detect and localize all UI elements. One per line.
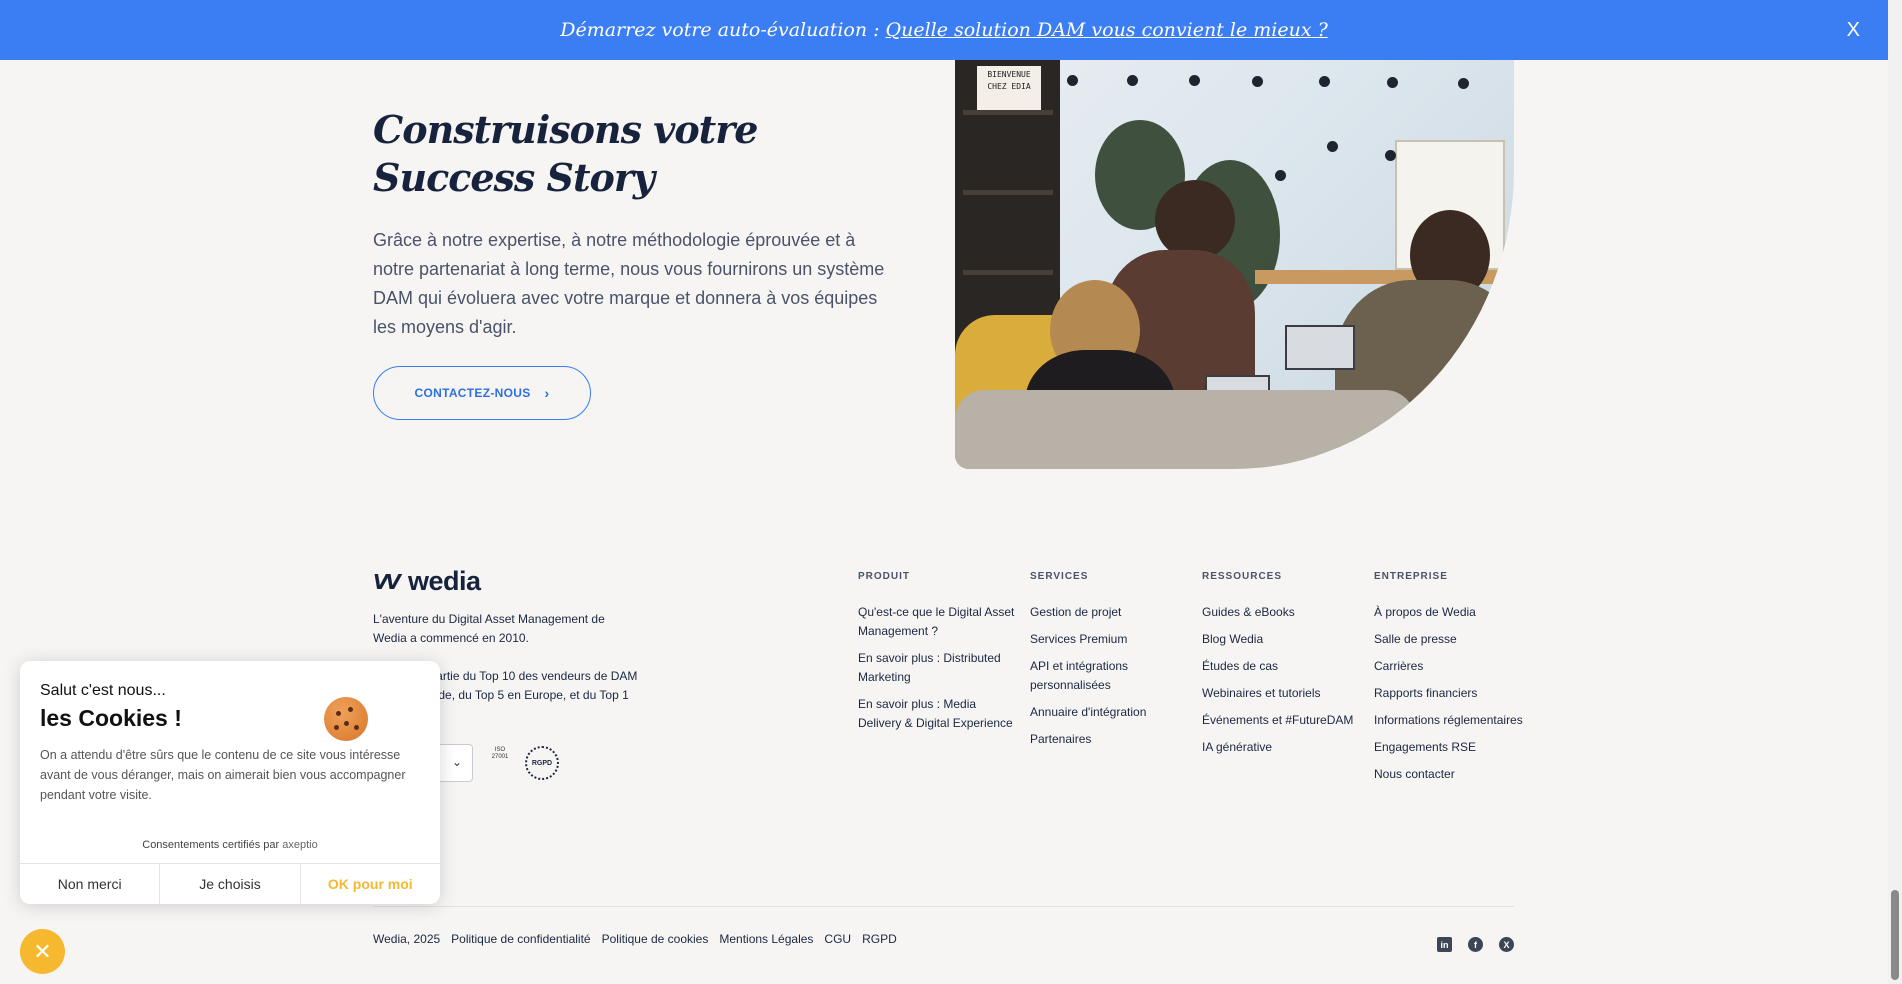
footer-link[interactable]: Rapports financiers: [1374, 684, 1534, 703]
column-title: RESSOURCES: [1202, 571, 1283, 582]
hero-title-line1: Construisons votre: [373, 107, 758, 152]
axeptio-logo[interactable]: axeptio: [282, 839, 317, 851]
rgpd-badge: RGPD: [525, 746, 559, 780]
wall-dot: [1458, 78, 1469, 89]
hero-text: Grâce à notre expertise, à notre méthodo…: [373, 230, 885, 337]
wall-dot: [1387, 77, 1398, 88]
choose-cookies-button[interactable]: Je choisis: [159, 864, 299, 904]
contact-button[interactable]: CONTACTEZ-NOUS ›: [373, 366, 591, 420]
wedia-logo[interactable]: VV wedia: [373, 566, 481, 597]
close-icon: ✕: [33, 938, 52, 964]
iso-badge: ISO 27001: [491, 747, 509, 760]
footer-link[interactable]: Qu'est-ce que le Digital Asset Managemen…: [858, 603, 1018, 641]
wall-dot: [1127, 75, 1138, 86]
cookie-buttons: Non merci Je choisis OK pour moi: [20, 863, 440, 904]
legal-link-cookies[interactable]: Politique de cookies: [602, 932, 709, 946]
wall-dot: [1252, 76, 1263, 87]
facebook-icon[interactable]: f: [1468, 937, 1483, 952]
chevron-right-icon: ›: [544, 385, 550, 401]
footer-link[interactable]: Guides & eBooks: [1202, 603, 1362, 622]
cookie-consent-modal: Salut c'est nous... les Cookies ! On a a…: [20, 661, 440, 904]
footer-link[interactable]: Événements et #FutureDAM: [1202, 711, 1362, 730]
about-paragraph: L'aventure du Digital Asset Management d…: [373, 612, 605, 645]
wedia-logo-text: wedia: [407, 566, 481, 596]
footer-link[interactable]: Services Premium: [1030, 630, 1190, 649]
hero-title: Construisons votre Success Story: [373, 106, 758, 202]
legal-link-mentions[interactable]: Mentions Légales: [719, 932, 813, 946]
footer-link[interactable]: Partenaires: [1030, 730, 1190, 749]
person-head: [1155, 180, 1235, 260]
cookie-icon: [324, 697, 368, 741]
footer-link[interactable]: IA générative: [1202, 738, 1362, 757]
cookie-greeting: Salut c'est nous...: [40, 682, 166, 699]
legal-link-cgu[interactable]: CGU: [824, 932, 851, 946]
wall-dot: [1385, 150, 1396, 161]
close-cookie-widget-button[interactable]: ✕: [20, 929, 65, 974]
footer-link[interactable]: Salle de presse: [1374, 630, 1534, 649]
banner-link[interactable]: Quelle solution DAM vous convient le mie…: [886, 19, 1328, 41]
footer-link[interactable]: Annuaire d'intégration: [1030, 703, 1190, 722]
column-title: PRODUIT: [858, 571, 910, 582]
certification-text: Consentements certifiés par: [142, 839, 280, 851]
chevron-down-icon: ⌄: [451, 755, 462, 769]
contact-button-label: CONTACTEZ-NOUS: [414, 386, 531, 400]
footer-link[interactable]: API et intégrations personnalisées: [1030, 657, 1190, 695]
cookie-message: On a attendu d'être sûrs que le contenu …: [40, 748, 406, 802]
footer-column-produit: PRODUIT Qu'est-ce que le Digital Asset M…: [858, 571, 1018, 741]
accept-cookies-button[interactable]: OK pour moi: [299, 864, 440, 904]
banner-text: Démarrez votre auto-évaluation :: [560, 19, 880, 41]
footer-link[interactable]: Nous contacter: [1374, 765, 1534, 784]
wall-dot: [1067, 75, 1078, 86]
banner-close-button[interactable]: X: [1847, 19, 1860, 42]
column-title: ENTREPRISE: [1374, 571, 1448, 582]
footer-link[interactable]: Carrières: [1374, 657, 1534, 676]
footer-column-services: SERVICES Gestion de projet Services Prem…: [1030, 571, 1190, 757]
copyright: Wedia, 2025: [373, 932, 441, 946]
footer-link[interactable]: En savoir plus : Media Delivery & Digita…: [858, 695, 1018, 733]
linkedin-icon[interactable]: in: [1437, 937, 1452, 952]
wall-dot: [1327, 141, 1338, 152]
laptop: [1285, 325, 1355, 370]
wedia-logo-mark-icon: VV: [373, 569, 401, 594]
footer-link[interactable]: À propos de Wedia: [1374, 603, 1534, 622]
footer-link[interactable]: Blog Wedia: [1202, 630, 1362, 649]
cookie-certification: Consentements certifiés par axeptio: [20, 839, 440, 851]
top-banner: Démarrez votre auto-évaluation : Quelle …: [0, 0, 1888, 60]
footer-column-entreprise: ENTREPRISE À propos de Wedia Salle de pr…: [1374, 571, 1534, 792]
footer-link[interactable]: Engagements RSE: [1374, 738, 1534, 757]
footer-link[interactable]: Informations réglementaires: [1374, 711, 1534, 730]
legal-link-privacy[interactable]: Politique de confidentialité: [451, 932, 590, 946]
scrollbar-thumb[interactable]: [1891, 890, 1899, 980]
cookie-title: les Cookies !: [40, 705, 182, 731]
footer-link[interactable]: En savoir plus : Distributed Marketing: [858, 649, 1018, 687]
page-scrollbar[interactable]: [1888, 0, 1902, 984]
footer-link[interactable]: Études de cas: [1202, 657, 1362, 676]
footer-link[interactable]: Webinaires et tutoriels: [1202, 684, 1362, 703]
footer-link[interactable]: Gestion de projet: [1030, 603, 1190, 622]
hero-title-line2: Success Story: [373, 155, 655, 200]
wall-dot: [1275, 170, 1286, 181]
x-icon[interactable]: X: [1499, 937, 1514, 952]
wall-dot: [1319, 76, 1330, 87]
legal-links: Wedia, 2025 Politique de confidentialité…: [373, 932, 897, 946]
wall-dot: [1189, 75, 1200, 86]
team-photo: BIENVENUE CHEZ EDIA: [955, 60, 1514, 469]
social-links: in f X: [1437, 937, 1514, 952]
reject-cookies-button[interactable]: Non merci: [20, 864, 159, 904]
column-title: SERVICES: [1030, 571, 1089, 582]
welcome-sign: BIENVENUE CHEZ EDIA: [977, 66, 1041, 110]
grey-sofa: [955, 390, 1415, 469]
footer-column-ressources: RESSOURCES Guides & eBooks Blog Wedia Ét…: [1202, 571, 1362, 765]
footer-divider: [373, 906, 1514, 907]
legal-link-rgpd[interactable]: RGPD: [862, 932, 897, 946]
